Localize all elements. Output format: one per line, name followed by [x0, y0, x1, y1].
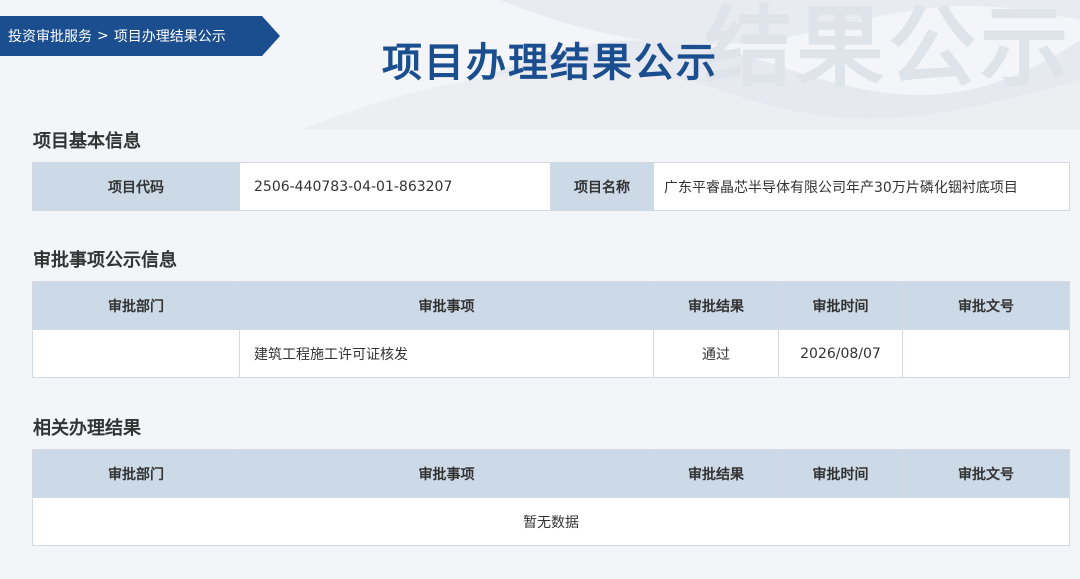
cell-doc-no: [902, 329, 1070, 378]
cell-item: 建筑工程施工许可证核发: [239, 329, 654, 378]
approval-info-title: 审批事项公示信息: [33, 250, 177, 271]
cell-dept: [32, 329, 240, 378]
column-header-time: 审批时间: [778, 449, 903, 498]
approval-info-table: 审批部门 审批事项 审批结果 审批时间 审批文号 建筑工程施工许可证核发 通过 …: [32, 281, 1070, 378]
basic-info-title: 项目基本信息: [33, 131, 141, 152]
related-results-title: 相关办理结果: [33, 418, 141, 439]
project-code-label: 项目代码: [32, 162, 240, 211]
project-name-value: 广东平睿晶芯半导体有限公司年产30万片磷化铟衬底项目: [653, 162, 1070, 211]
table-row: 项目代码 2506-440783-04-01-863207 项目名称 广东平睿晶…: [32, 162, 1070, 211]
column-header-dept: 审批部门: [32, 281, 240, 330]
column-header-result: 审批结果: [653, 281, 779, 330]
column-header-result: 审批结果: [653, 449, 779, 498]
column-header-dept: 审批部门: [32, 449, 240, 498]
table-row: 建筑工程施工许可证核发 通过 2026/08/07: [32, 329, 1070, 378]
basic-info-table: 项目代码 2506-440783-04-01-863207 项目名称 广东平睿晶…: [32, 162, 1070, 211]
column-header-doc-no: 审批文号: [902, 449, 1070, 498]
column-header-item: 审批事项: [239, 281, 654, 330]
column-header-doc-no: 审批文号: [902, 281, 1070, 330]
page-title: 项目办理结果公示: [382, 40, 718, 86]
table-row: 暂无数据: [32, 497, 1070, 546]
column-header-item: 审批事项: [239, 449, 654, 498]
project-name-label: 项目名称: [550, 162, 654, 211]
empty-state-text: 暂无数据: [32, 497, 1070, 546]
column-header-time: 审批时间: [778, 281, 903, 330]
table-header-row: 审批部门 审批事项 审批结果 审批时间 审批文号: [32, 449, 1070, 498]
project-code-value: 2506-440783-04-01-863207: [239, 162, 551, 211]
related-results-table: 审批部门 审批事项 审批结果 审批时间 审批文号 暂无数据: [32, 449, 1070, 546]
cell-time: 2026/08/07: [778, 329, 903, 378]
cell-result: 通过: [653, 329, 779, 378]
table-header-row: 审批部门 审批事项 审批结果 审批时间 审批文号: [32, 281, 1070, 330]
